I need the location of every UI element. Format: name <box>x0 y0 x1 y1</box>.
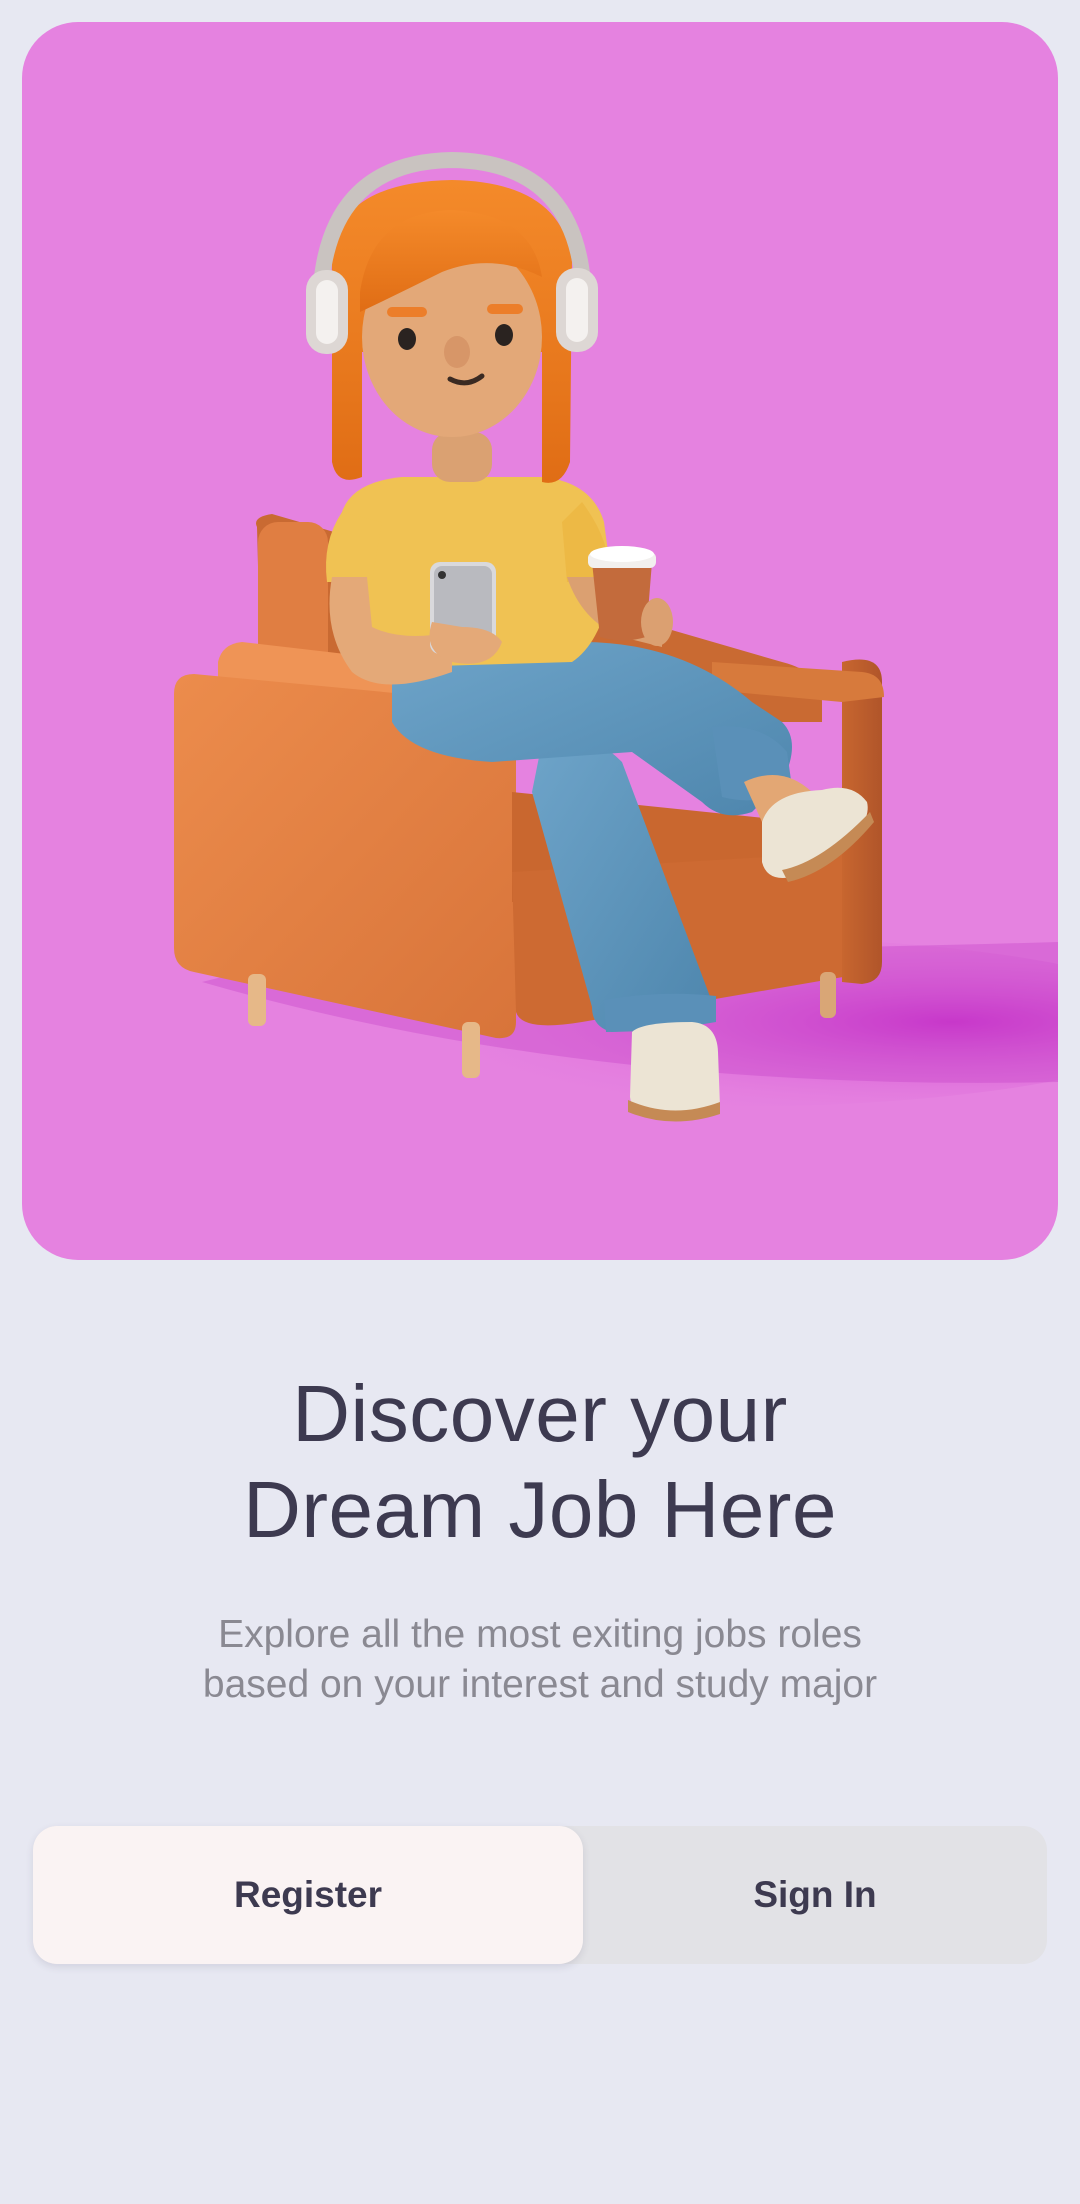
subtitle-line-2: based on your interest and study major <box>202 1663 878 1706</box>
title-line-2: Dream Job Here <box>243 1465 837 1554</box>
hero-illustration <box>174 151 1058 1122</box>
page-title: Discover your Dream Job Here <box>0 1366 1080 1558</box>
page-subtitle: Explore all the most exiting jobs roles … <box>0 1610 1080 1710</box>
auth-toggle: Register Sign In <box>33 1826 1047 1964</box>
title-line-1: Discover your <box>292 1369 788 1458</box>
subtitle-line-1: Explore all the most exiting jobs roles <box>218 1613 862 1656</box>
sign-in-button[interactable]: Sign In <box>583 1826 1047 1964</box>
register-button[interactable]: Register <box>33 1826 583 1964</box>
hero-card <box>22 22 1058 1260</box>
